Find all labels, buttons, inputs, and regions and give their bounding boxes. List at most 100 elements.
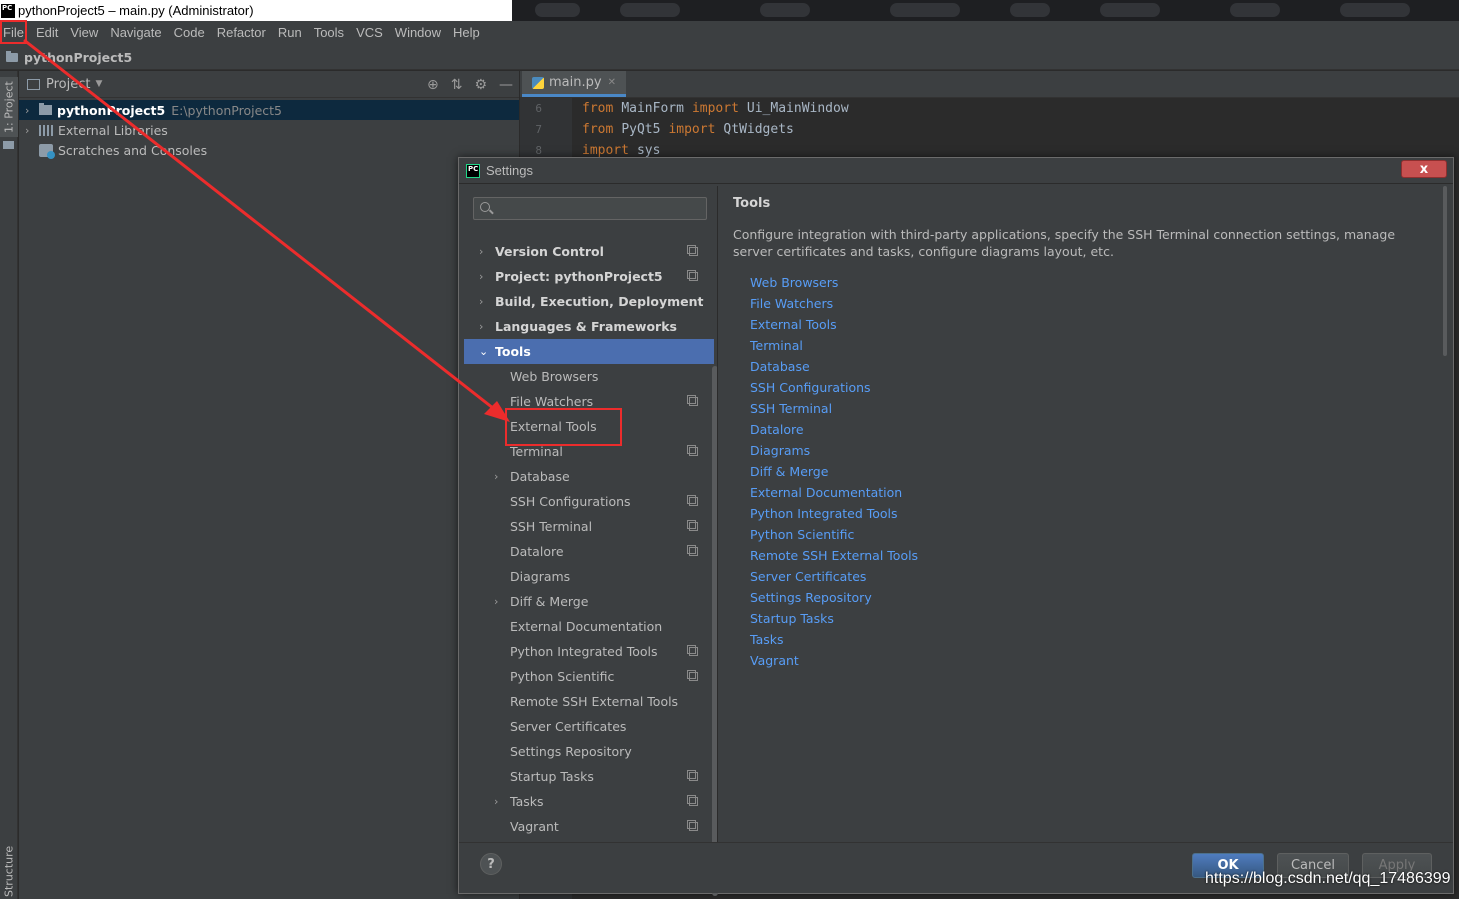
settings-subitem-server-certificates[interactable]: Server Certificates <box>464 714 714 739</box>
chevron-right-icon[interactable]: › <box>25 104 39 117</box>
folder-icon <box>3 141 14 149</box>
menu-navigate[interactable]: Navigate <box>104 21 167 45</box>
link-python-scientific[interactable]: Python Scientific <box>750 524 918 545</box>
link-python-integrated-tools[interactable]: Python Integrated Tools <box>750 503 918 524</box>
settings-subitem-tasks[interactable]: › Tasks <box>464 789 714 814</box>
menu-view[interactable]: View <box>64 21 104 45</box>
link-database[interactable]: Database <box>750 356 918 377</box>
python-file-icon <box>532 76 544 89</box>
line-number: 6 <box>535 102 542 115</box>
gear-icon[interactable]: ⚙ <box>474 77 487 93</box>
settings-subitem-settings-repository[interactable]: Settings Repository <box>464 739 714 764</box>
dialog-close-button[interactable]: x <box>1401 160 1447 178</box>
chevron-right-icon[interactable]: › <box>479 295 483 308</box>
settings-subitem-python-scientific[interactable]: Python Scientific <box>464 664 714 689</box>
settings-subitem-web-browsers[interactable]: Web Browsers <box>464 364 714 389</box>
blurred-region <box>890 3 960 17</box>
settings-dialog: PC Settings x › Version Control › Projec… <box>458 157 1454 896</box>
settings-tree: › Version Control › Project: pythonProje… <box>464 239 714 839</box>
structure-tool-tab[interactable]: Structure <box>0 844 18 899</box>
settings-item-project[interactable]: › Project: pythonProject5 <box>464 264 714 289</box>
chevron-right-icon[interactable]: › <box>494 795 498 808</box>
editor-tab-main-py[interactable]: main.py ✕ <box>522 71 626 97</box>
content-scrollbar[interactable] <box>1443 186 1447 356</box>
link-settings-repository[interactable]: Settings Repository <box>750 587 918 608</box>
libraries-icon <box>39 124 53 136</box>
line-number: 8 <box>535 144 542 157</box>
link-web-browsers[interactable]: Web Browsers <box>750 272 918 293</box>
code-keyword: import <box>668 122 716 137</box>
settings-item-label: Remote SSH External Tools <box>510 694 679 709</box>
settings-item-label: Vagrant <box>510 819 559 834</box>
chevron-down-icon[interactable]: ⌄ <box>479 345 488 358</box>
settings-subitem-database[interactable]: › Database <box>464 464 714 489</box>
settings-item-label: Project: pythonProject5 <box>495 269 663 284</box>
link-server-certificates[interactable]: Server Certificates <box>750 566 918 587</box>
link-external-tools[interactable]: External Tools <box>750 314 918 335</box>
help-button[interactable]: ? <box>480 853 502 875</box>
breadcrumb-project[interactable]: pythonProject5 <box>24 50 132 65</box>
locate-icon[interactable]: ⊕ <box>427 77 439 93</box>
menu-run[interactable]: Run <box>272 21 308 45</box>
settings-subitem-datalore[interactable]: Datalore <box>464 539 714 564</box>
settings-item-label: File Watchers <box>510 394 594 409</box>
menu-tools[interactable]: Tools <box>308 21 350 45</box>
settings-subitem-diagrams[interactable]: Diagrams <box>464 564 714 589</box>
scratches-icon <box>39 143 55 159</box>
menu-bar: File Edit View Navigate Code Refactor Ru… <box>0 21 1459 45</box>
settings-subitem-ssh-configurations[interactable]: SSH Configurations <box>464 489 714 514</box>
link-datalore[interactable]: Datalore <box>750 419 918 440</box>
hide-panel-icon[interactable]: — <box>499 77 513 93</box>
menu-refactor[interactable]: Refactor <box>211 21 272 45</box>
settings-subitem-remote-ssh-external-tools[interactable]: Remote SSH External Tools <box>464 689 714 714</box>
menu-code[interactable]: Code <box>168 21 211 45</box>
link-ssh-configurations[interactable]: SSH Configurations <box>750 377 918 398</box>
settings-item-version-control[interactable]: › Version Control <box>464 239 714 264</box>
project-level-icon <box>687 520 698 531</box>
chevron-right-icon[interactable]: › <box>479 245 483 258</box>
settings-subitem-python-integrated-tools[interactable]: Python Integrated Tools <box>464 639 714 664</box>
settings-subitem-startup-tasks[interactable]: Startup Tasks <box>464 764 714 789</box>
chevron-right-icon[interactable]: › <box>25 124 39 137</box>
settings-item-label: Database <box>510 469 570 484</box>
code-view[interactable]: 6 from MainForm import Ui_MainWindow 7 f… <box>520 98 1459 161</box>
link-ssh-terminal[interactable]: SSH Terminal <box>750 398 918 419</box>
link-startup-tasks[interactable]: Startup Tasks <box>750 608 918 629</box>
project-level-icon <box>687 670 698 681</box>
chevron-right-icon[interactable]: › <box>494 595 498 608</box>
settings-subitem-vagrant[interactable]: Vagrant <box>464 814 714 839</box>
link-remote-ssh-external-tools[interactable]: Remote SSH External Tools <box>750 545 918 566</box>
menu-help[interactable]: Help <box>447 21 486 45</box>
settings-subitem-external-documentation[interactable]: External Documentation <box>464 614 714 639</box>
settings-search-input[interactable] <box>473 197 707 220</box>
link-vagrant[interactable]: Vagrant <box>750 650 918 671</box>
link-diagrams[interactable]: Diagrams <box>750 440 918 461</box>
settings-subitem-diff-merge[interactable]: › Diff & Merge <box>464 589 714 614</box>
settings-subitem-ssh-terminal[interactable]: SSH Terminal <box>464 514 714 539</box>
settings-item-build[interactable]: › Build, Execution, Deployment <box>464 289 714 314</box>
tree-item-project-root[interactable]: › pythonProject5 E:\pythonProject5 <box>19 100 519 120</box>
chevron-right-icon[interactable]: › <box>494 470 498 483</box>
menu-vcs[interactable]: VCS <box>350 21 389 45</box>
project-tool-tab[interactable]: 1: Project <box>0 77 18 137</box>
tree-item-external-libraries[interactable]: › External Libraries <box>19 120 519 140</box>
chevron-right-icon[interactable]: › <box>479 320 483 333</box>
code-identifier: QtWidgets <box>723 122 794 137</box>
chevron-right-icon[interactable]: › <box>479 270 483 283</box>
settings-item-languages[interactable]: › Languages & Frameworks <box>464 314 714 339</box>
link-tasks[interactable]: Tasks <box>750 629 918 650</box>
settings-item-tools[interactable]: ⌄ Tools <box>464 339 714 364</box>
settings-item-label: SSH Terminal <box>510 519 593 534</box>
collapse-all-icon[interactable]: ⇅ <box>451 77 463 93</box>
menu-edit[interactable]: Edit <box>30 21 64 45</box>
menu-window[interactable]: Window <box>389 21 447 45</box>
project-view-selector[interactable]: Project <box>46 77 90 92</box>
dialog-title: Settings <box>486 163 533 178</box>
chevron-down-icon[interactable]: ▼ <box>95 79 102 89</box>
link-external-documentation[interactable]: External Documentation <box>750 482 918 503</box>
link-diff-merge[interactable]: Diff & Merge <box>750 461 918 482</box>
tree-item-scratches[interactable]: Scratches and Consoles <box>19 140 519 160</box>
close-icon[interactable]: ✕ <box>608 77 616 88</box>
link-terminal[interactable]: Terminal <box>750 335 918 356</box>
link-file-watchers[interactable]: File Watchers <box>750 293 918 314</box>
